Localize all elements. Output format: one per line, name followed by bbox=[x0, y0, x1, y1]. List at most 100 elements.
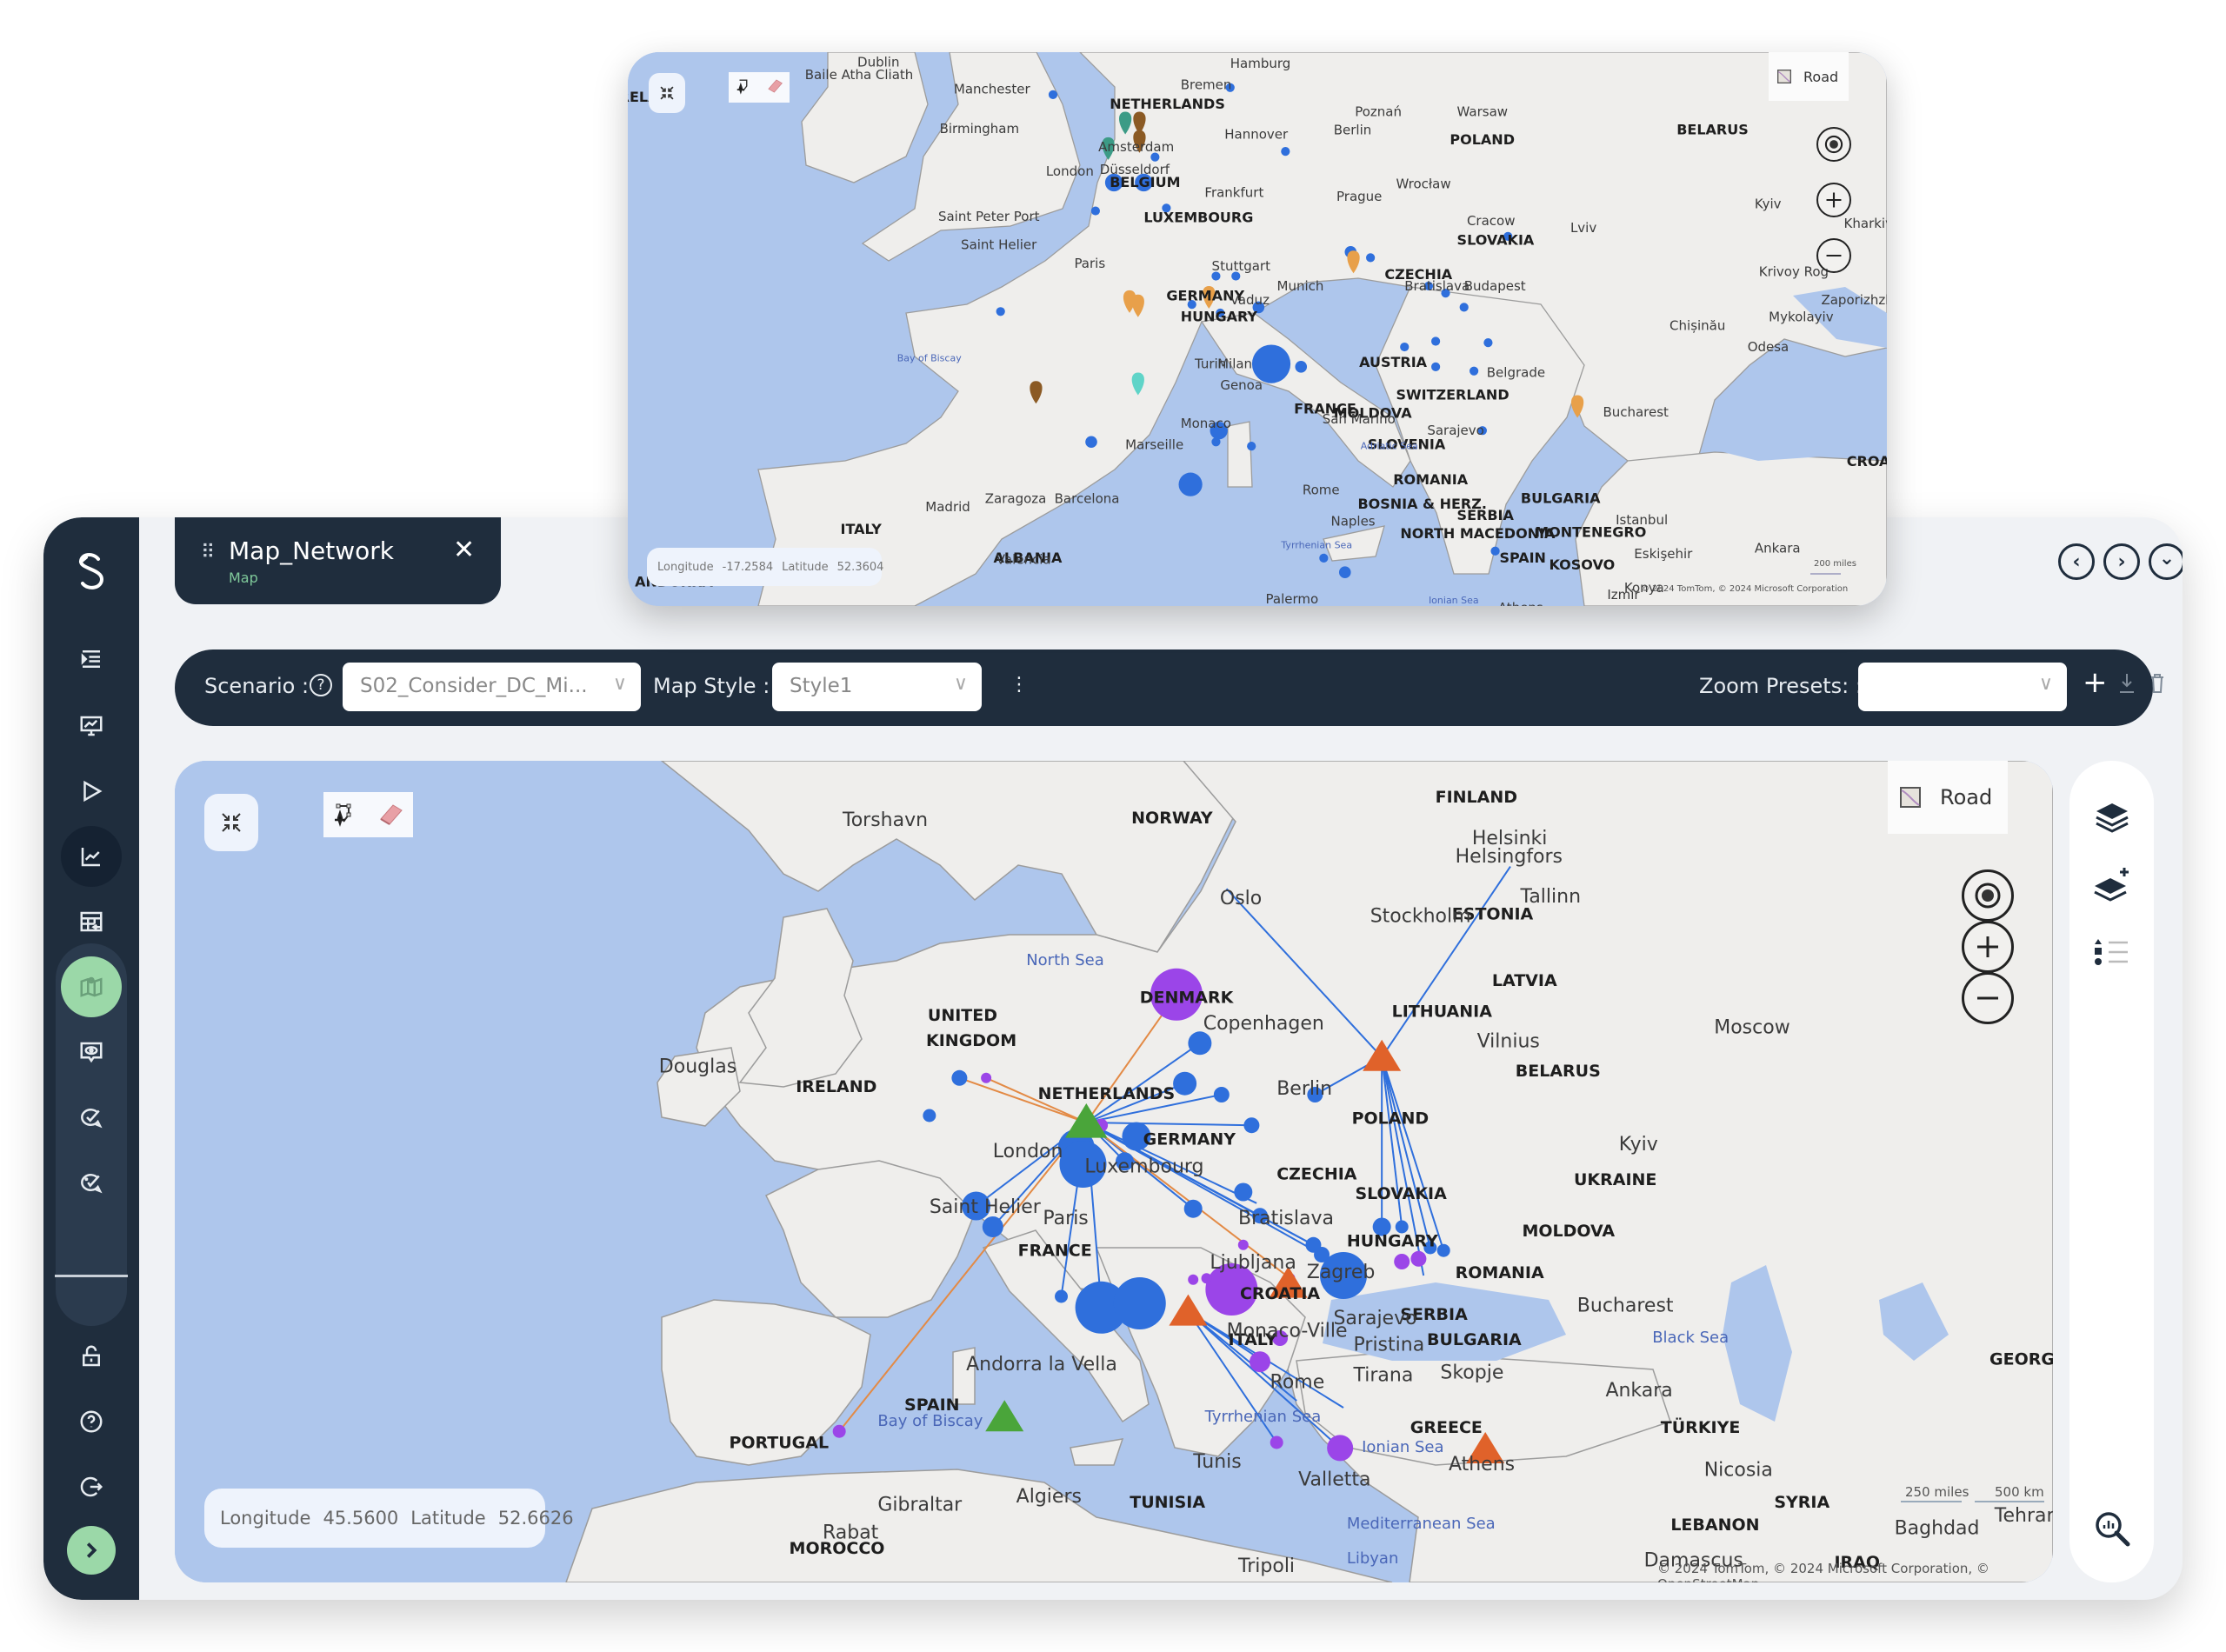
preview-zoom-out-button[interactable] bbox=[1816, 238, 1851, 273]
draw-polygon-button[interactable] bbox=[331, 801, 359, 829]
city-label: Bratislava bbox=[1404, 278, 1470, 294]
city-label: Ljubljana bbox=[1210, 1252, 1296, 1274]
target-icon bbox=[1824, 135, 1843, 154]
nav-next-button[interactable]: › bbox=[2103, 543, 2140, 580]
scale-miles: 250 miles bbox=[1905, 1484, 1969, 1500]
preview-locate-button[interactable] bbox=[1816, 127, 1851, 162]
country-label: POLAND bbox=[1450, 131, 1515, 148]
preview-road-button[interactable]: Road bbox=[1769, 52, 1849, 101]
preview-map-canvas[interactable]: IRELANDNETHERLANDSBELGIUMLUXEMBOURGGERMA… bbox=[628, 52, 1887, 606]
add-zoom-preset-button[interactable]: + bbox=[2083, 665, 2108, 700]
city-label: Frankfurt bbox=[1204, 184, 1263, 200]
sidebar-item-map[interactable] bbox=[61, 956, 122, 1017]
city-label: Chișinău bbox=[1670, 317, 1725, 333]
locate-button[interactable] bbox=[1962, 869, 2014, 922]
customer-node bbox=[1483, 338, 1493, 348]
country-label: GREECE bbox=[1410, 1418, 1483, 1437]
sidebar-item-table-input[interactable] bbox=[61, 891, 122, 952]
preview-eraser-button[interactable] bbox=[765, 77, 784, 98]
city-label: Rome bbox=[1270, 1372, 1325, 1394]
save-zoom-preset-button[interactable] bbox=[2118, 672, 2136, 700]
preview-draw-polygon-button[interactable] bbox=[735, 77, 754, 99]
customer-node bbox=[1295, 361, 1308, 373]
sidebar-item-run[interactable] bbox=[61, 761, 122, 822]
sidebar-item-view[interactable] bbox=[61, 1022, 122, 1082]
nav-prev-button[interactable]: ‹ bbox=[2058, 543, 2095, 580]
city-label: Douglas bbox=[659, 1056, 736, 1077]
supplier-node bbox=[1188, 1274, 1199, 1285]
sea-label: Bay of Biscay bbox=[897, 352, 963, 363]
scenario-select[interactable]: S02_Consider_DC_Mi... ∨ bbox=[343, 663, 641, 711]
main-map[interactable]: FINLAND NORWAY ESTONIA LATVIA LITHUANIA DENMA… bbox=[175, 761, 2053, 1582]
sidebar-item-optimize-alt[interactable] bbox=[61, 1152, 122, 1213]
customer-node bbox=[1305, 1236, 1322, 1253]
country-label: PORTUGAL bbox=[1577, 604, 1662, 606]
city-label: Kharkiv bbox=[1844, 216, 1887, 231]
unlock-icon bbox=[83, 1345, 100, 1367]
layers-button[interactable] bbox=[2090, 796, 2134, 839]
map-canvas[interactable]: FINLANDNORWAYESTONIALATVIALITHUANIADENMA… bbox=[175, 761, 2053, 1582]
draw-polygon-icon bbox=[736, 78, 747, 95]
city-label: Tripoli bbox=[1237, 1555, 1295, 1577]
drag-handle-icon[interactable]: ⠿ bbox=[201, 542, 215, 563]
zoom-out-button[interactable] bbox=[1962, 972, 2014, 1024]
country-label: KOSOVO bbox=[1550, 556, 1616, 573]
more-options-button[interactable]: ⋮ bbox=[1010, 674, 1029, 696]
customer-node bbox=[1247, 442, 1256, 451]
app-logo[interactable] bbox=[61, 542, 122, 603]
city-label: Barcelona bbox=[1055, 490, 1120, 506]
customer-node bbox=[1431, 362, 1441, 371]
preview-map[interactable]: IRELANDNETHERLANDSBELGIUMLUXEMBOURGGERMA… bbox=[628, 52, 1887, 606]
tab-map-network[interactable]: ⠿ Map_Network Map ✕ bbox=[175, 517, 501, 604]
sidebar-item-analytics[interactable] bbox=[61, 826, 122, 887]
fullscreen-exit-button[interactable] bbox=[204, 794, 258, 851]
line-chart-icon bbox=[81, 848, 100, 867]
preview-fullscreen-exit-button[interactable] bbox=[649, 73, 685, 113]
zoom-in-button[interactable] bbox=[1962, 921, 2014, 973]
zoom-analytics-button[interactable] bbox=[2090, 1507, 2134, 1550]
delete-zoom-preset-button[interactable] bbox=[2149, 672, 2166, 700]
country-label: SLOVAKIA bbox=[1355, 1184, 1447, 1203]
country-label: MOLDOVA bbox=[1522, 1222, 1615, 1241]
country-label: FRANCE bbox=[1018, 1242, 1092, 1261]
supplier-node bbox=[1394, 1254, 1410, 1269]
map-style-road-button[interactable]: Road bbox=[1888, 761, 2008, 834]
target-sparkle-icon bbox=[81, 1174, 103, 1194]
sidebar-item-logout[interactable] bbox=[61, 1456, 122, 1517]
sidebar-item-optimize[interactable] bbox=[61, 1087, 122, 1148]
target-comment-icon bbox=[81, 1109, 103, 1129]
legend-button[interactable] bbox=[2090, 930, 2134, 974]
draw-toolbar bbox=[323, 792, 413, 837]
customer-node bbox=[1213, 1087, 1230, 1102]
city-label: Berlin bbox=[1334, 123, 1372, 138]
eraser-button[interactable] bbox=[376, 802, 405, 828]
country-label: LATVIA bbox=[1492, 971, 1557, 990]
map-style-select[interactable]: Style1 ∨ bbox=[772, 663, 982, 711]
sidebar-item-help[interactable] bbox=[61, 1391, 122, 1452]
sea-label: Tyrrhenian Sea bbox=[1204, 1408, 1322, 1426]
customer-node bbox=[1234, 1182, 1253, 1202]
sidebar-expand-button[interactable] bbox=[67, 1526, 116, 1575]
preview-zoom-in-button[interactable] bbox=[1816, 183, 1851, 217]
city-label: Algiers bbox=[1016, 1486, 1082, 1508]
nav-expand-button[interactable]: ⌄ bbox=[2149, 543, 2183, 580]
city-label: Zaporizhzhya bbox=[1821, 292, 1887, 308]
tab-close-button[interactable]: ✕ bbox=[453, 535, 475, 565]
sidebar-item-dashboard[interactable] bbox=[61, 696, 122, 756]
customer-node bbox=[1319, 553, 1329, 563]
country-label: SYRIA bbox=[1774, 1493, 1829, 1512]
sidebar-item-outline[interactable] bbox=[61, 629, 122, 689]
plus-icon bbox=[1826, 192, 1842, 208]
legend-icon bbox=[2095, 939, 2128, 965]
sidebar-item-lock[interactable] bbox=[61, 1326, 122, 1387]
customer-node bbox=[1113, 1277, 1166, 1329]
map-toolbar: Scenario : ? S02_Consider_DC_Mi... ∨ Map… bbox=[175, 649, 2163, 726]
city-label: Belgrade bbox=[1487, 364, 1545, 380]
chevron-down-icon: ∨ bbox=[953, 673, 968, 695]
add-layer-button[interactable] bbox=[2090, 863, 2134, 907]
city-label: Madrid bbox=[925, 499, 970, 515]
zoom-presets-select[interactable]: ∨ bbox=[1858, 663, 2067, 711]
country-label: ROMANIA bbox=[1456, 1263, 1544, 1282]
trash-icon bbox=[2151, 674, 2163, 693]
scenario-help-icon[interactable]: ? bbox=[310, 674, 332, 696]
